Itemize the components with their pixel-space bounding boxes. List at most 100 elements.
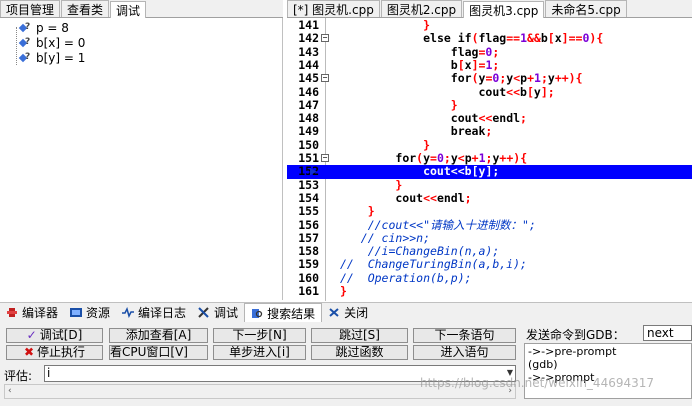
code-line[interactable]: 145 for(y=0;y<p+1;y++){ −: [287, 71, 692, 86]
line-number: 149: [298, 124, 319, 139]
watch-var-bx[interactable]: ? b[x] = 0: [12, 35, 85, 51]
cpu-window-label: 查看CPU窗口[V]: [110, 345, 188, 359]
stop-label: 停止执行: [37, 345, 86, 359]
code-line[interactable]: 157 // cin>>n;: [287, 230, 692, 245]
watch-var-p[interactable]: ? p = 8: [12, 20, 69, 36]
fold-toggle-icon[interactable]: −: [321, 154, 329, 162]
line-number: 151: [298, 151, 319, 165]
fold-toggle-icon[interactable]: −: [321, 74, 329, 83]
line-number: 159: [298, 257, 319, 272]
code-line[interactable]: 143 flag=0;: [287, 44, 692, 59]
add-watch-button[interactable]: 添加查看[A]: [109, 328, 208, 343]
line-number: 142: [298, 31, 319, 46]
evaluate-scrollbar[interactable]: ‹ ›: [4, 384, 516, 399]
skip-function-label: 跳过函数: [335, 345, 384, 359]
tab-debug[interactable]: 调试: [110, 1, 147, 19]
code-line[interactable]: 152 cout<<b[y];: [287, 164, 692, 179]
step-into-button[interactable]: 单步进入[i]: [213, 345, 306, 360]
tab-resources[interactable]: 资源: [64, 303, 116, 323]
code-line[interactable]: 161}: [287, 284, 692, 298]
code-line[interactable]: 149 break;: [287, 124, 692, 139]
code-line[interactable]: 159 // ChangeTuringBin(a,b,i);: [287, 257, 692, 272]
next-step-button[interactable]: 下一步[N]: [213, 328, 306, 343]
tab-compile-log[interactable]: 编译日志: [116, 303, 192, 323]
code-text: }: [450, 97, 458, 112]
skip-button[interactable]: 跳过[S]: [311, 328, 408, 343]
code-line[interactable]: 142 else if(flag==1&&b[x]==0){ −: [287, 31, 692, 46]
tab-debug-bottom[interactable]: 调试: [192, 303, 244, 323]
code-text: // Operation(b,p);: [340, 270, 472, 285]
line-number: 143: [298, 44, 319, 59]
tab-compile-log-label: 编译日志: [138, 306, 187, 320]
code-text: for(y=0;y<p+1;y++){: [450, 71, 583, 86]
code-line[interactable]: 158 //i=ChangeBin(n,a);: [287, 244, 692, 259]
compiler-icon: [6, 307, 18, 318]
code-line[interactable]: 154 cout<<endl;: [287, 190, 692, 205]
code-text: cout<<b[y];: [340, 164, 500, 179]
debug-button-label: 调试[D]: [39, 328, 83, 342]
code-text: cout<<endl;: [340, 190, 472, 205]
gdb-output-line: ->->pre-prompt: [528, 345, 617, 358]
code-text: // cin>>n;: [360, 230, 431, 245]
code-text: b[x]=1;: [340, 57, 500, 72]
code-text: //cout<<"请输入十进制数：";: [367, 217, 536, 232]
add-watch-label: 添加查看[A]: [125, 328, 192, 342]
watch-var-label: b[x] = 0: [36, 36, 86, 50]
line-number: 145: [298, 71, 319, 86]
scroll-left-icon[interactable]: ‹: [8, 386, 12, 396]
code-line[interactable]: 156 //cout<<"请输入十进制数：";: [287, 217, 692, 232]
line-number: 158: [298, 244, 319, 259]
code-line[interactable]: 155 }: [287, 204, 692, 218]
code-line[interactable]: 151 for(y=0;y<p+1;y++){−: [287, 151, 692, 165]
line-number: 153: [298, 177, 319, 192]
debug-button[interactable]: ✓ 调试[D]: [6, 328, 103, 343]
evaluate-input[interactable]: i ▼: [44, 365, 516, 382]
tab-class-view[interactable]: 查看类: [61, 0, 110, 17]
scroll-right-icon[interactable]: ›: [508, 386, 512, 396]
watch-var-by[interactable]: ? b[y] = 1: [12, 50, 85, 66]
fold-toggle-icon[interactable]: −: [321, 34, 329, 43]
code-text: //i=ChangeBin(n,a);: [367, 244, 500, 259]
into-statement-button[interactable]: 进入语句: [413, 345, 516, 360]
gdb-output-line: ->->prompt: [528, 371, 595, 384]
code-text: else if(flag==1&&b[x]==0){: [423, 31, 604, 46]
gdb-output[interactable]: ->->pre-prompt (gdb) ->->prompt: [524, 343, 692, 399]
variable-icon: ?: [18, 22, 33, 34]
code-editor[interactable]: 141 } 142 else if(flag==1&&b[x]==0){−143 …: [287, 18, 692, 301]
code-line[interactable]: 147 }: [287, 97, 692, 112]
chevron-down-icon[interactable]: ▼: [507, 368, 513, 377]
code-line[interactable]: 146 cout<<b[y];: [287, 85, 692, 99]
gdb-command-input[interactable]: [643, 325, 692, 341]
editor-tab-untitled5[interactable]: 未命名5.cpp: [545, 0, 627, 17]
line-number: 144: [298, 57, 319, 72]
code-line[interactable]: 144 b[x]=1;: [287, 57, 692, 72]
tab-search-results[interactable]: 搜索结果: [244, 302, 323, 323]
editor-tab-turing2[interactable]: 图灵机2.cpp: [380, 0, 463, 17]
code-line[interactable]: 153 }: [287, 177, 692, 192]
skip-label: 跳过[S]: [339, 328, 380, 342]
code-text: }: [340, 284, 347, 298]
line-number: 154: [298, 190, 319, 205]
line-number: 148: [298, 111, 319, 126]
tab-compiler[interactable]: 编译器: [0, 303, 64, 323]
code-line[interactable]: 160 // Operation(b,p);: [287, 270, 692, 285]
line-number: 157: [298, 230, 319, 245]
close-icon: [328, 307, 340, 318]
next-statement-button[interactable]: 下一条语句: [413, 328, 516, 343]
editor-tab-turing3[interactable]: 图灵机3.cpp: [463, 1, 545, 19]
editor-tab-turing[interactable]: [*] 图灵机.cpp: [287, 0, 380, 17]
gdb-command-label: 发送命令到GDB：: [526, 328, 625, 342]
code-line[interactable]: 148 cout<<endl;: [287, 111, 692, 126]
evaluate-input-value: i: [47, 366, 51, 380]
skip-function-button[interactable]: 跳过函数: [311, 345, 408, 360]
code-line[interactable]: 141 }: [287, 18, 692, 32]
tab-debug-bottom-label: 调试: [214, 306, 239, 320]
code-text: // ChangeTuringBin(a,b,i);: [340, 257, 527, 272]
line-number: 161: [298, 284, 319, 298]
stop-button[interactable]: ✖ 停止执行: [6, 345, 103, 360]
tab-project-manager[interactable]: 项目管理: [0, 0, 61, 17]
code-text: cout<<endl;: [340, 111, 527, 126]
cpu-window-button[interactable]: 查看CPU窗口[V]: [109, 345, 208, 360]
tab-close[interactable]: 关闭: [322, 303, 374, 323]
code-line[interactable]: 150 }: [287, 138, 692, 152]
